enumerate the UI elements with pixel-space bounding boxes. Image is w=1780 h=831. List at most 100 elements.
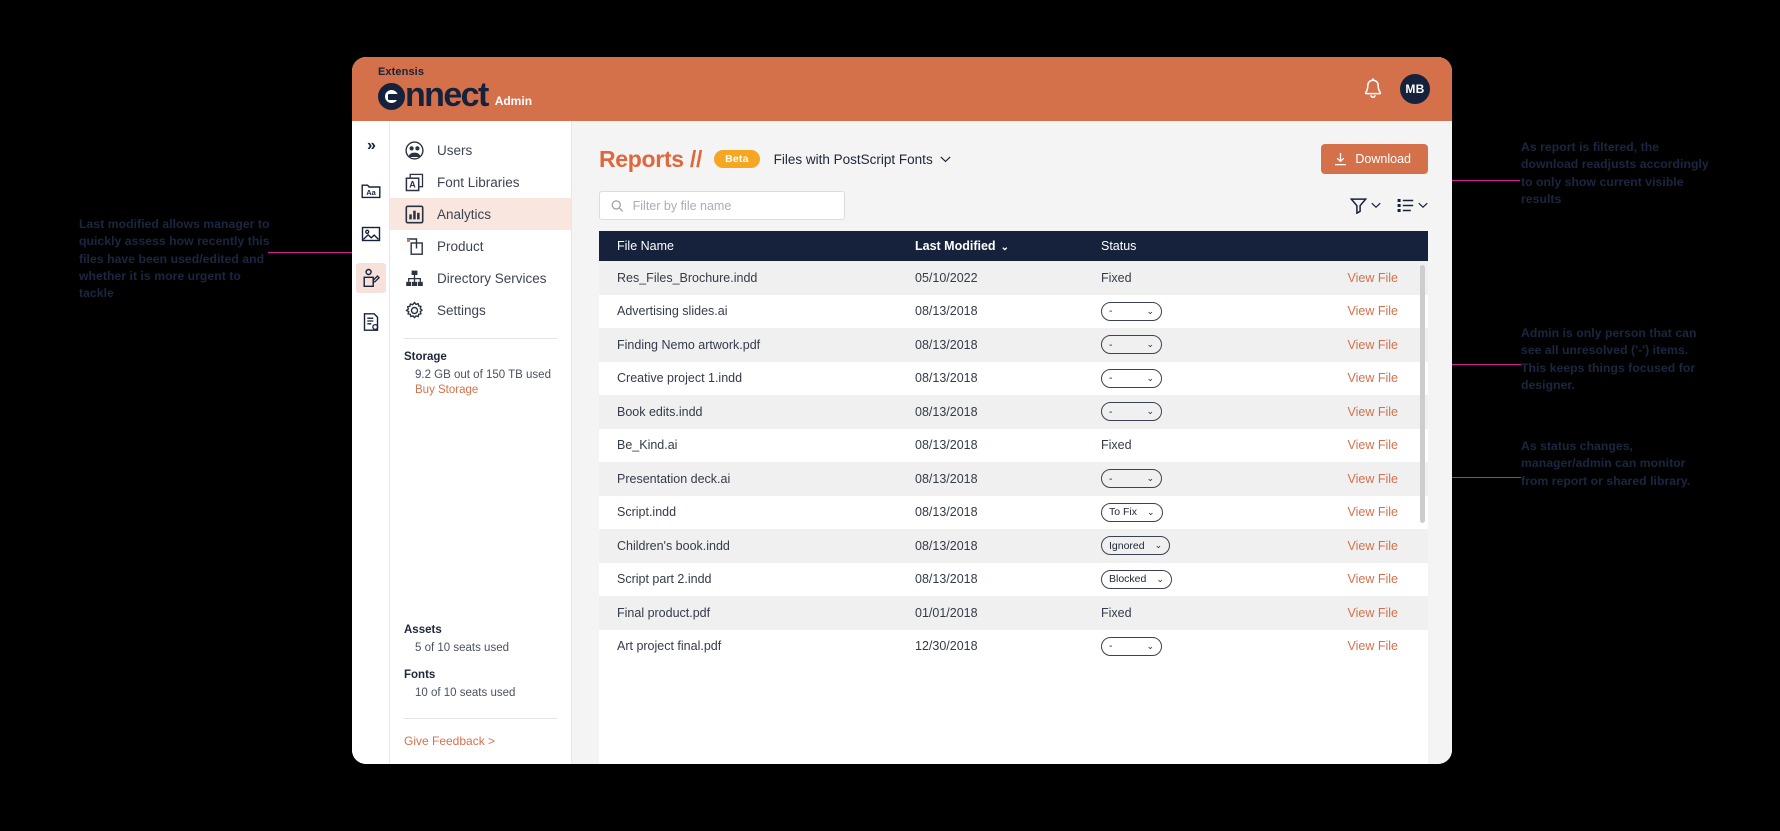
table-row[interactable]: Script part 2.indd 08/13/2018 Blocked ⌄ View… <box>599 562 1428 596</box>
search-input[interactable] <box>632 198 833 213</box>
cell-actions: View File <box>1273 596 1428 630</box>
rail-item-reports[interactable] <box>356 307 386 337</box>
column-header-file-name[interactable]: File Name <box>599 231 897 261</box>
status-dropdown[interactable]: - ⌄ <box>1101 469 1162 489</box>
storage-usage: 9.2 GB out of 150 TB used <box>415 369 551 381</box>
report-selector-dropdown[interactable]: Files with PostScript Fonts <box>774 152 951 167</box>
cell-actions: View File <box>1273 295 1428 329</box>
view-file-link[interactable]: View File <box>1348 304 1398 318</box>
cell-last-modified: 08/13/2018 <box>915 538 978 553</box>
analytics-icon <box>404 204 424 224</box>
view-file-link[interactable]: View File <box>1348 539 1398 553</box>
column-header-actions <box>1273 231 1428 261</box>
give-feedback-link[interactable]: Give Feedback > <box>404 734 495 748</box>
sidebar-item-product[interactable]: Product <box>390 230 571 262</box>
chevron-down-icon: ⌄ <box>1154 540 1163 551</box>
cell-file-name: Be_Kind.ai <box>617 438 678 453</box>
assets-title: Assets <box>404 623 442 636</box>
fonts-title: Fonts <box>404 668 436 681</box>
status-text: Fixed <box>1101 605 1132 620</box>
rail-item-images[interactable] <box>356 219 386 249</box>
cell-file-name: Children's book.indd <box>617 538 730 553</box>
notifications-bell-icon[interactable] <box>1362 77 1384 101</box>
status-dropdown-label: To Fix <box>1109 506 1138 519</box>
status-dropdown[interactable]: To Fix ⌄ <box>1101 502 1163 522</box>
view-file-link[interactable]: View File <box>1348 438 1398 452</box>
table-row[interactable]: Creative project 1.indd 08/13/2018- ⌄ View … <box>599 361 1428 395</box>
cell-last-modified: 08/13/2018 <box>915 471 978 486</box>
cell-file-name: Script part 2.indd <box>617 572 712 587</box>
svg-text:Aa: Aa <box>366 188 376 197</box>
brand-logo[interactable]: Extensis nnect Admin <box>378 66 532 112</box>
brand-connect-wordmark: nnect <box>378 78 489 112</box>
status-dropdown[interactable]: - ⌄ <box>1101 402 1162 422</box>
cell-file-name: Presentation deck.ai <box>617 471 731 486</box>
download-button-label: Download <box>1355 152 1411 166</box>
view-file-link[interactable]: View File <box>1348 572 1398 586</box>
chevron-down-icon <box>1418 202 1428 209</box>
storage-section: Storage 9.2 GB out of 150 TB used Buy St… <box>390 339 571 396</box>
storage-title: Storage <box>404 351 447 363</box>
download-button[interactable]: Download <box>1321 144 1428 174</box>
view-file-link[interactable]: View File <box>1348 606 1398 620</box>
table-row[interactable]: Children's book.indd 08/13/2018 Ignored ⌄ Vi… <box>599 529 1428 563</box>
sidebar-item-settings[interactable]: Settings <box>390 294 571 326</box>
search-box[interactable] <box>599 191 845 220</box>
filter-control[interactable] <box>1350 197 1381 214</box>
status-dropdown[interactable]: - ⌄ <box>1101 368 1162 388</box>
cell-last-modified: 08/13/2018 <box>915 371 978 386</box>
view-file-link[interactable]: View File <box>1348 505 1398 519</box>
view-file-link[interactable]: View File <box>1348 371 1398 385</box>
cell-file-name: Advertising slides.ai <box>617 304 728 319</box>
table-row[interactable]: Final product.pdf 01/01/2018 Fixed View Fil… <box>599 596 1428 630</box>
table-scrollbar[interactable] <box>1420 265 1425 523</box>
table-row[interactable]: Script.indd 08/13/2018 To Fix ⌄ View File <box>599 495 1428 529</box>
status-dropdown-label: Ignored <box>1109 539 1145 552</box>
status-dropdown-label: - <box>1109 338 1113 351</box>
view-file-link[interactable]: View File <box>1348 472 1398 486</box>
table-row[interactable]: Art project final.pdf 12/30/2018- ⌄ View Fi… <box>599 629 1428 663</box>
cell-status: Ignored ⌄ <box>1083 529 1273 563</box>
status-dropdown[interactable]: Blocked ⌄ <box>1101 569 1172 589</box>
sidebar-item-analytics[interactable]: Analytics <box>390 198 571 230</box>
rail-item-font-folder[interactable]: Aa <box>356 175 386 205</box>
table-row[interactable]: Advertising slides.ai 08/13/2018- ⌄ View Fi… <box>599 294 1428 329</box>
columns-control[interactable] <box>1397 198 1428 213</box>
connect-o-ring-icon <box>378 82 405 110</box>
sidebar-expand-button[interactable]: » <box>356 131 386 161</box>
sidebar-nav: Users A Font Libraries Analytics Product… <box>390 121 572 764</box>
table-row[interactable]: Be_Kind.ai 08/13/2018 Fixed View File <box>599 428 1428 462</box>
view-file-link[interactable]: View File <box>1348 639 1398 653</box>
status-dropdown[interactable]: - ⌄ <box>1101 335 1162 355</box>
status-dropdown-label: - <box>1109 472 1113 485</box>
sidebar-item-font-libraries[interactable]: A Font Libraries <box>390 166 571 198</box>
cell-file-name: Script.indd <box>617 505 677 520</box>
filter-icon <box>1350 198 1367 214</box>
table-row[interactable]: Book edits.indd 08/13/2018- ⌄ View File <box>599 395 1428 429</box>
sidebar-item-directory-services[interactable]: Directory Services <box>390 262 571 294</box>
chevron-down-icon: ⌄ <box>1146 640 1154 651</box>
column-header-last-modified[interactable]: Last Modified ⌄ <box>897 231 1083 261</box>
status-dropdown[interactable]: - ⌄ <box>1101 636 1162 656</box>
search-icon <box>611 199 624 212</box>
status-dropdown[interactable]: Ignored ⌄ <box>1101 536 1171 556</box>
sidebar-item-users[interactable]: Users <box>390 134 571 166</box>
user-avatar[interactable]: MB <box>1400 74 1430 104</box>
beta-badge: Beta <box>714 150 760 168</box>
table-row[interactable]: Res_Files_Brochure.indd 05/10/2022 Fixed Vi… <box>599 261 1428 295</box>
app-window: Extensis nnect Admin MB » Aa Users A Fon… <box>352 57 1452 764</box>
table-row[interactable]: Finding Nemo artwork.pdf 08/13/2018- ⌄ View… <box>599 328 1428 362</box>
view-file-link[interactable]: View File <box>1348 271 1398 285</box>
buy-storage-link[interactable]: Buy Storage <box>404 384 557 396</box>
cell-status: - ⌄ <box>1083 328 1273 362</box>
view-file-link[interactable]: View File <box>1348 338 1398 352</box>
table-row[interactable]: Presentation deck.ai 08/13/2018 - ⌄ View Fil… <box>599 462 1428 496</box>
cell-actions: View File <box>1273 395 1428 429</box>
reports-table: File Name Last Modified ⌄ Status Res_File… <box>599 231 1428 663</box>
svg-text:A: A <box>409 179 416 189</box>
status-dropdown[interactable]: - ⌄ <box>1101 301 1162 321</box>
view-file-link[interactable]: View File <box>1348 405 1398 419</box>
directory-services-icon <box>404 268 424 288</box>
rail-item-user-edit[interactable] <box>355 263 386 293</box>
column-header-status[interactable]: Status <box>1083 231 1273 261</box>
